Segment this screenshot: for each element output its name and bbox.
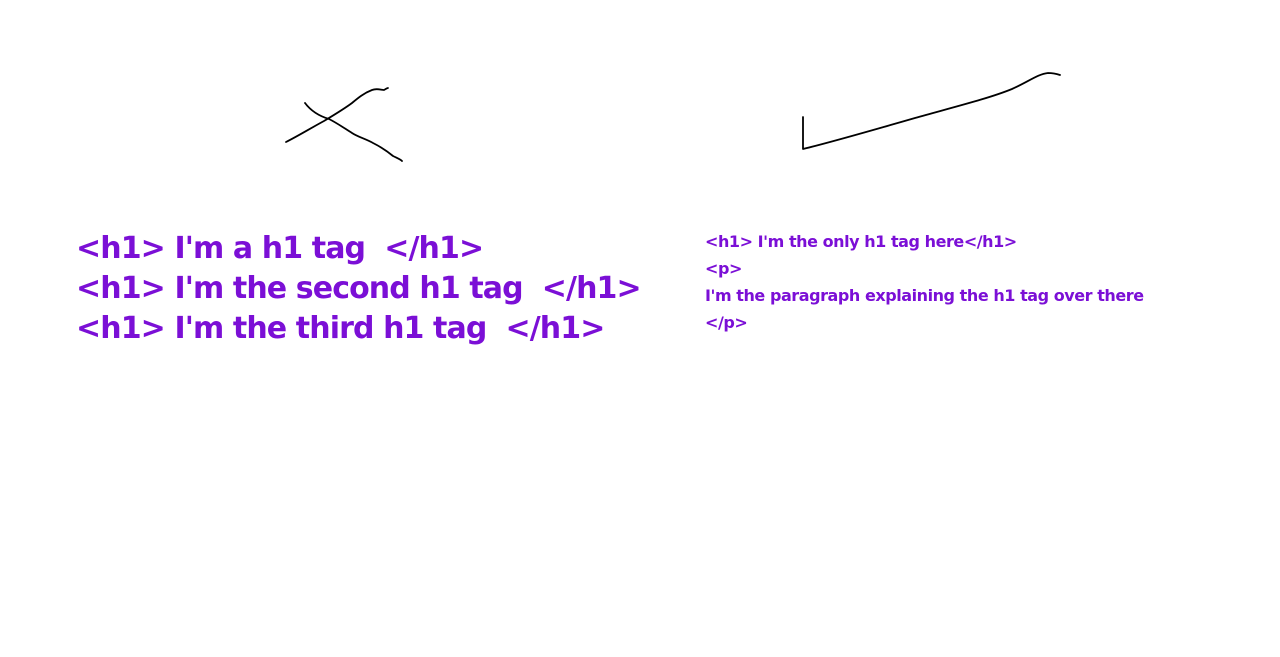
code-line-1: <h1> I'm the only h1 tag here</h1>: [705, 232, 1017, 251]
code-line-2: <h1> I'm the second h1 tag </h1>: [76, 271, 642, 306]
code-line-4: </p>: [705, 313, 748, 332]
cross-stroke-1: [304, 102, 403, 162]
single-h1-example: <h1> I'm the only h1 tag here</h1> <p> I'm…: [705, 228, 1225, 336]
cross-mark-icon: [285, 87, 403, 162]
code-line-3: I'm the paragraph explaining the h1 tag …: [705, 286, 1144, 305]
cross-stroke-2: [285, 87, 389, 143]
check-stroke: [802, 72, 1061, 150]
multiple-h1-example: <h1> I'm a h1 tag </h1> <h1> I'm the seco…: [76, 229, 666, 349]
check-mark-icon: [802, 72, 1061, 150]
code-line-2: <p>: [705, 259, 742, 278]
code-line-1: <h1> I'm a h1 tag </h1>: [76, 231, 484, 266]
code-line-3: <h1> I'm the third h1 tag </h1>: [76, 311, 605, 346]
